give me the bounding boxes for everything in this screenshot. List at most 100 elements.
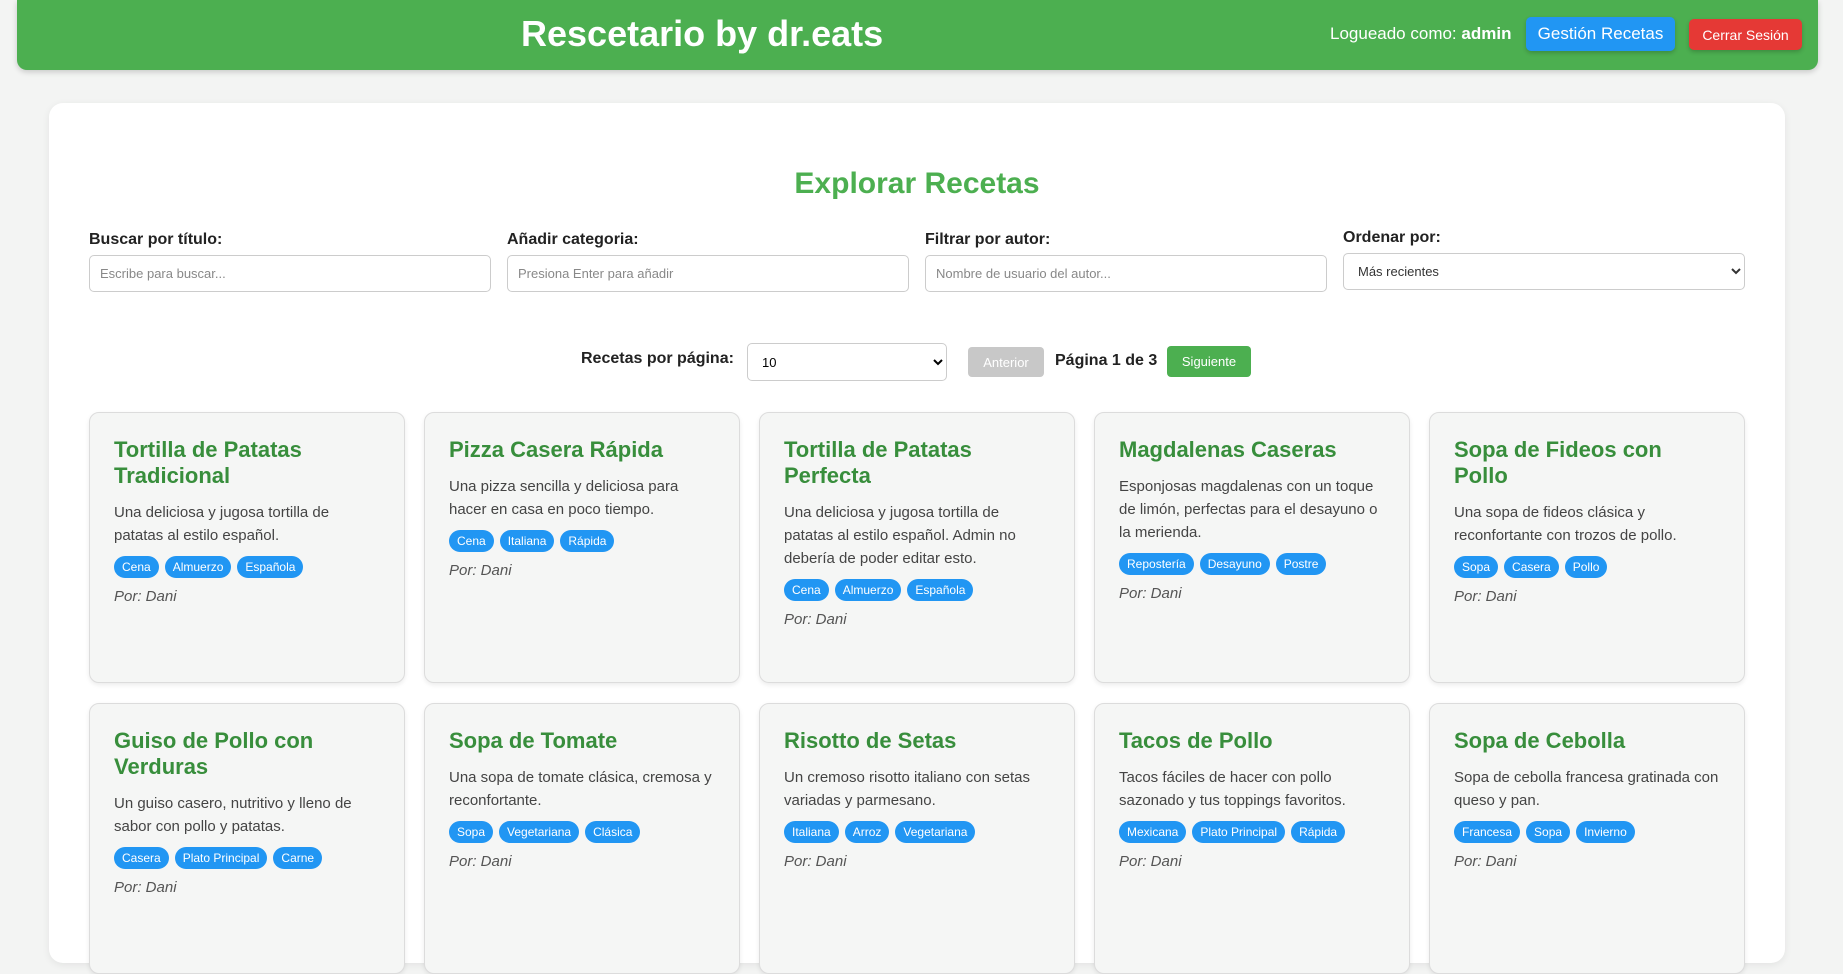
recipe-tags: Sopa Vegetariana Clásica	[449, 821, 715, 843]
category-tag[interactable]: Española	[237, 556, 304, 578]
category-tag[interactable]: Repostería	[1119, 553, 1194, 575]
recipe-card[interactable]: Tortilla de Patatas Tradicional Una delic…	[89, 412, 405, 683]
recipe-description: Tacos fáciles de hacer con pollo sazonad…	[1119, 769, 1346, 809]
category-tag[interactable]: Clásica	[585, 821, 641, 843]
recipe-tags: Mexicana Plato Principal Rápida	[1119, 821, 1385, 843]
category-tag[interactable]: Invierno	[1576, 821, 1635, 843]
category-tag[interactable]: Rápida	[560, 530, 615, 552]
previous-page-button[interactable]: Anterior	[968, 347, 1044, 377]
per-page-label: Recetas por página:	[581, 350, 734, 367]
author-input[interactable]	[925, 255, 1327, 292]
recipe-author: Por: Dani	[114, 879, 177, 896]
manage-recipes-button[interactable]: Gestión Recetas	[1526, 17, 1675, 51]
recipe-tags: Sopa Casera Pollo	[1454, 556, 1720, 578]
category-tag[interactable]: Desayuno	[1199, 553, 1270, 575]
recipe-title[interactable]: Tortilla de Patatas Perfecta	[784, 437, 1050, 489]
recipe-title[interactable]: Guiso de Pollo con Verduras	[114, 728, 380, 780]
recipe-title[interactable]: Sopa de Tomate	[449, 728, 715, 754]
username: admin	[1461, 24, 1512, 43]
category-tag[interactable]: Almuerzo	[834, 579, 902, 601]
recipe-tags: Cena Almuerzo Española	[784, 579, 1050, 601]
recipe-tags: Francesa Sopa Invierno	[1454, 821, 1720, 843]
per-page-select[interactable]: 10	[747, 343, 947, 381]
category-tag[interactable]: Rápida	[1291, 821, 1346, 843]
category-label: Añadir categoria:	[507, 231, 639, 248]
page-title: Explorar Recetas	[794, 167, 1040, 200]
category-tag[interactable]: Vegetariana	[499, 821, 580, 843]
recipe-title[interactable]: Sopa de Fideos con Pollo	[1454, 437, 1720, 489]
recipe-card[interactable]: Magdalenas Caseras Esponjosas magdalenas …	[1094, 412, 1410, 683]
category-tag[interactable]: Casera	[114, 847, 169, 869]
page-indicator: Página 1 de 3	[1055, 352, 1158, 369]
logged-user-info: Logueado como: admin	[1330, 24, 1511, 44]
recipe-title[interactable]: Pizza Casera Rápida	[449, 437, 715, 463]
category-tag[interactable]: Plato Principal	[174, 847, 268, 869]
category-tag[interactable]: Francesa	[1454, 821, 1521, 843]
category-tag[interactable]: Sopa	[1526, 821, 1571, 843]
recipe-description: Una deliciosa y jugosa tortilla de patat…	[114, 504, 330, 544]
recipe-tags: Casera Plato Principal Carne	[114, 847, 380, 869]
recipe-card[interactable]: Sopa de Fideos con Pollo Una sopa de fide…	[1429, 412, 1745, 683]
logged-as-label: Logueado como:	[1330, 24, 1457, 43]
search-label: Buscar por título:	[89, 231, 223, 248]
category-tag[interactable]: Plato Principal	[1192, 821, 1286, 843]
recipe-card[interactable]: Guiso de Pollo con Verduras Un guiso case…	[89, 703, 405, 974]
recipe-card[interactable]: Tacos de Pollo Tacos fáciles de hacer con…	[1094, 703, 1410, 974]
category-tag[interactable]: Vegetariana	[895, 821, 976, 843]
category-tag[interactable]: Casera	[1504, 556, 1559, 578]
recipe-author: Por: Dani	[449, 562, 512, 579]
recipe-tags: Repostería Desayuno Postre	[1119, 553, 1385, 575]
category-tag[interactable]: Cena	[114, 556, 159, 578]
recipe-title[interactable]: Tacos de Pollo	[1119, 728, 1385, 754]
category-tag[interactable]: Pollo	[1564, 556, 1608, 578]
app-title: Rescetario by dr.eats	[521, 13, 884, 54]
recipe-author: Por: Dani	[784, 853, 847, 870]
recipe-title[interactable]: Tortilla de Patatas Tradicional	[114, 437, 380, 489]
author-filter: Filtrar por autor:	[925, 231, 1327, 292]
recipe-tags: Italiana Arroz Vegetariana	[784, 821, 1050, 843]
recipe-title[interactable]: Sopa de Cebolla	[1454, 728, 1720, 754]
category-tag[interactable]: Arroz	[844, 821, 890, 843]
category-tag[interactable]: Sopa	[1454, 556, 1499, 578]
recipe-title[interactable]: Risotto de Setas	[784, 728, 1050, 754]
search-filter: Buscar por título:	[89, 231, 491, 292]
category-tag[interactable]: Carne	[273, 847, 323, 869]
category-tag[interactable]: Italiana	[784, 821, 839, 843]
recipe-description: Una pizza sencilla y deliciosa para hace…	[449, 478, 679, 518]
logout-button[interactable]: Cerrar Sesión	[1689, 19, 1802, 50]
next-page-button[interactable]: Siguiente	[1167, 346, 1251, 377]
category-tag[interactable]: Sopa	[449, 821, 494, 843]
recipe-author: Por: Dani	[1454, 853, 1517, 870]
recipe-description: Sopa de cebolla francesa gratinada con q…	[1454, 769, 1719, 809]
category-tag[interactable]: Postre	[1275, 553, 1327, 575]
recipe-tags: Cena Italiana Rápida	[449, 530, 715, 552]
recipe-card[interactable]: Pizza Casera Rápida Una pizza sencilla y …	[424, 412, 740, 683]
category-tag[interactable]: Cena	[449, 530, 494, 552]
recipe-card[interactable]: Sopa de Cebolla Sopa de cebolla francesa …	[1429, 703, 1745, 974]
recipe-author: Por: Dani	[784, 611, 847, 628]
category-input[interactable]	[507, 255, 909, 292]
category-filter: Añadir categoria:	[507, 231, 909, 292]
recipe-author: Por: Dani	[114, 588, 177, 605]
recipe-title[interactable]: Magdalenas Caseras	[1119, 437, 1385, 463]
search-input[interactable]	[89, 255, 491, 292]
recipe-description: Un cremoso risotto italiano con setas va…	[784, 769, 1030, 809]
category-tag[interactable]: Italiana	[499, 530, 555, 552]
recipe-author: Por: Dani	[1454, 588, 1517, 605]
recipe-description: Una deliciosa y jugosa tortilla de patat…	[784, 504, 1016, 567]
sort-select[interactable]: Más recientes	[1343, 253, 1745, 290]
category-tag[interactable]: Española	[907, 579, 974, 601]
sort-filter: Ordenar por: Más recientes	[1343, 229, 1745, 290]
recipe-author: Por: Dani	[1119, 853, 1182, 870]
recipe-description: Una sopa de tomate clásica, cremosa y re…	[449, 769, 712, 809]
recipe-description: Una sopa de fideos clásica y reconfortan…	[1454, 504, 1677, 544]
category-tag[interactable]: Mexicana	[1119, 821, 1187, 843]
recipe-card[interactable]: Sopa de Tomate Una sopa de tomate clásica…	[424, 703, 740, 974]
sort-label: Ordenar por:	[1343, 229, 1441, 246]
recipe-card[interactable]: Risotto de Setas Un cremoso risotto itali…	[759, 703, 1075, 974]
top-navbar: Rescetario by dr.eats Logueado como: adm…	[17, 0, 1818, 70]
recipe-card[interactable]: Tortilla de Patatas Perfecta Una delicios…	[759, 412, 1075, 683]
category-tag[interactable]: Almuerzo	[164, 556, 232, 578]
category-tag[interactable]: Cena	[784, 579, 829, 601]
recipe-tags: Cena Almuerzo Española	[114, 556, 380, 578]
